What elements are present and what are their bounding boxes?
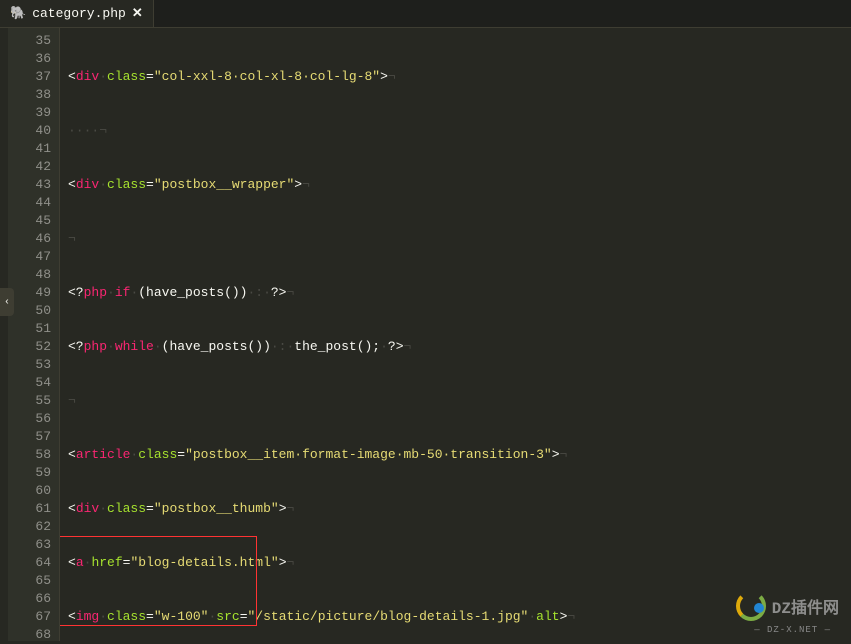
line-number: 52 — [18, 338, 51, 356]
line-number: 47 — [18, 248, 51, 266]
line-number: 54 — [18, 374, 51, 392]
line-number: 39 — [18, 104, 51, 122]
php-icon: 🐘 — [10, 6, 26, 21]
line-number: 64 — [18, 554, 51, 572]
line-number: 55 — [18, 392, 51, 410]
code-line: ¬ — [68, 392, 851, 410]
line-number-gutter: 3536373839404142434445464748495051525354… — [0, 28, 60, 641]
line-number: 62 — [18, 518, 51, 536]
code-line: <img·class="w-100"·src="/static/picture/… — [68, 608, 851, 626]
line-number: 45 — [18, 212, 51, 230]
line-number: 40 — [18, 122, 51, 140]
line-number: 38 — [18, 86, 51, 104]
watermark: DZ插件网 — [736, 591, 839, 621]
line-number: 63 — [18, 536, 51, 554]
line-number: 49 — [18, 284, 51, 302]
tab-category-php[interactable]: 🐘 category.php ✕ — [0, 0, 154, 27]
line-number: 41 — [18, 140, 51, 158]
line-number: 68 — [18, 626, 51, 644]
line-number: 53 — [18, 356, 51, 374]
line-number: 37 — [18, 68, 51, 86]
line-number: 44 — [18, 194, 51, 212]
line-number: 35 — [18, 32, 51, 50]
line-number: 58 — [18, 446, 51, 464]
watermark-logo-icon — [736, 591, 766, 621]
tab-bar: 🐘 category.php ✕ — [0, 0, 851, 28]
line-number: 50 — [18, 302, 51, 320]
line-number: 61 — [18, 500, 51, 518]
line-number: 66 — [18, 590, 51, 608]
watermark-text: DZ插件网 — [772, 594, 839, 618]
tab-filename: category.php — [32, 6, 126, 21]
line-number: 56 — [18, 410, 51, 428]
line-number: 43 — [18, 176, 51, 194]
line-number: 57 — [18, 428, 51, 446]
close-icon[interactable]: ✕ — [132, 6, 143, 21]
line-number: 65 — [18, 572, 51, 590]
line-number: 36 — [18, 50, 51, 68]
line-number: 48 — [18, 266, 51, 284]
line-number: 60 — [18, 482, 51, 500]
line-number: 67 — [18, 608, 51, 626]
line-number: 46 — [18, 230, 51, 248]
line-number: 42 — [18, 158, 51, 176]
code-content[interactable]: <div·class="col-xxl-8·col-xl-8·col-lg-8"… — [60, 28, 851, 641]
code-line: <?php·while·(have_posts())·:·the_post();… — [68, 338, 851, 356]
sidebar-toggle[interactable]: ‹ — [0, 288, 14, 316]
code-line: ¬ — [68, 230, 851, 248]
code-line: <?php·if·(have_posts())·:·?>¬ — [68, 284, 851, 302]
code-line: <div·class="col-xxl-8·col-xl-8·col-lg-8"… — [68, 68, 851, 86]
line-number: 51 — [18, 320, 51, 338]
watermark-sub: — DZ-X.NET — — [754, 625, 831, 635]
line-number: 59 — [18, 464, 51, 482]
editor-area: ‹ 35363738394041424344454647484950515253… — [0, 28, 851, 641]
code-line: <div·class="postbox__wrapper">¬ — [68, 176, 851, 194]
code-line: <a·href="blog-details.html">¬ — [68, 554, 851, 572]
code-line: <div·class="postbox__thumb">¬ — [68, 500, 851, 518]
code-line: ····¬ — [68, 122, 851, 140]
code-line: <article·class="postbox__item·format-ima… — [68, 446, 851, 464]
